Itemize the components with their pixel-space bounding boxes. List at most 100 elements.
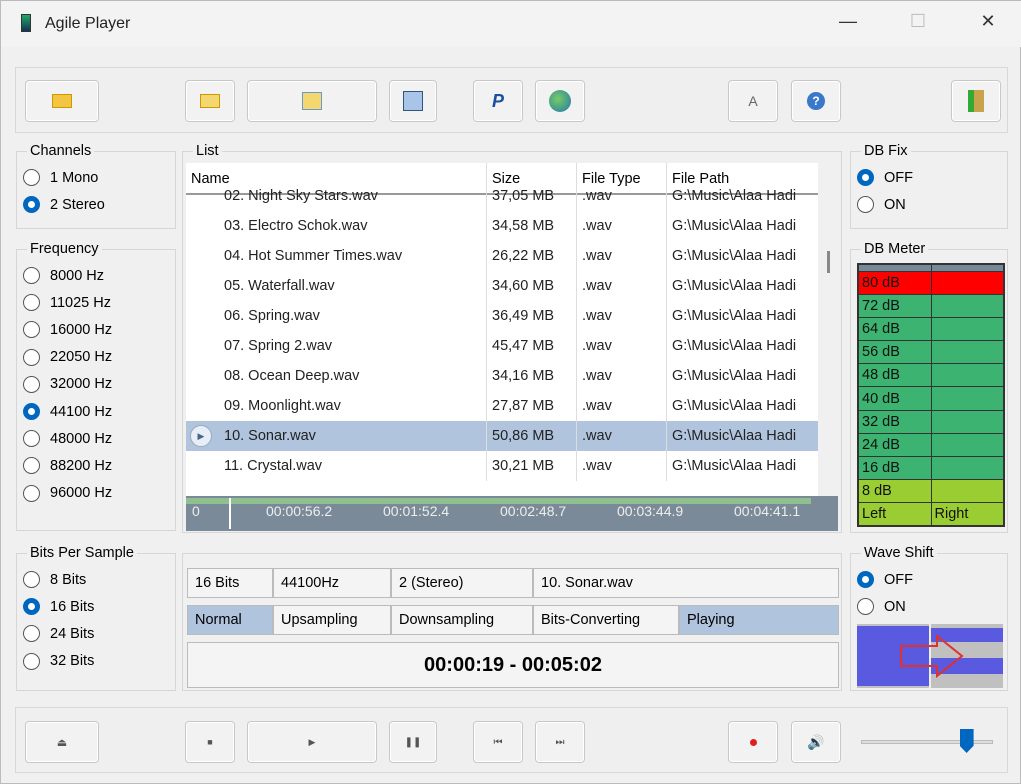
mute-button[interactable]: 🔊 (791, 721, 841, 763)
timeline-position-marker[interactable] (229, 498, 232, 529)
cell-name: 02. Night Sky Stars.wav (186, 181, 487, 211)
mode-upsampling: Upsampling (273, 605, 391, 635)
timeline-tick: 0 (192, 503, 200, 519)
search-folder-button[interactable] (185, 80, 235, 122)
meter-level-label: 56 dB (859, 341, 931, 364)
radio-label: 16 Bits (50, 598, 95, 615)
radio-dbfix-on[interactable]: ON (857, 196, 906, 213)
cell-size: 34,58 MB (487, 211, 577, 241)
db-meter: 80 dB 72 dB 64 dB 56 dB 48 dB 40 dB 32 dB 24 dB… (857, 263, 1005, 527)
radio-circle (23, 321, 40, 339)
radio-circle (23, 403, 40, 420)
previous-icon: ⏮ (493, 736, 503, 748)
cell-type: .wav (577, 331, 667, 361)
record-button[interactable] (728, 721, 778, 763)
seek-timeline[interactable]: 0 00:00:56.2 00:01:52.4 00:02:48.7 00:03:44.… (186, 496, 838, 531)
app-icon (21, 14, 31, 32)
cell-name: 04. Hot Summer Times.wav (186, 241, 487, 271)
website-button[interactable] (535, 80, 585, 122)
meter-level-right (931, 456, 1003, 479)
info-frequency: 44100Hz (273, 568, 391, 598)
open-folder-button[interactable] (25, 80, 99, 122)
radio-label: 32000 Hz (50, 376, 113, 393)
radio-bits-24-bits[interactable]: 24 Bits (23, 625, 94, 643)
maximize-button[interactable]: ☐ (903, 11, 933, 32)
cell-name: 03. Electro Schok.wav (186, 211, 487, 241)
timeline-tick: 00:00:56.2 (266, 503, 333, 519)
pause-button[interactable]: ❚❚ (389, 721, 437, 763)
radio-stereo[interactable]: 2 Stereo (23, 196, 105, 213)
radio-freq-44100-hz[interactable]: 44100 Hz (23, 403, 112, 420)
stop-icon: ■ (207, 737, 213, 747)
meter-right-label: Right (931, 502, 1003, 525)
next-icon: ⏭ (555, 736, 565, 748)
file-list[interactable]: Name Size File Type File Path 02. Night … (186, 163, 818, 496)
meter-level-right (931, 341, 1003, 364)
next-button[interactable]: ⏭ (535, 721, 585, 763)
close-button[interactable]: ✕ (973, 11, 1003, 32)
dbmeter-label: DB Meter (861, 241, 929, 257)
timeline-tick: 00:01:52.4 (383, 503, 450, 519)
info-filename: 10. Sonar.wav (533, 568, 839, 598)
help-button[interactable]: ? (791, 80, 841, 122)
radio-mono[interactable]: 1 Mono (23, 169, 98, 186)
radio-label: 16000 Hz (50, 321, 113, 338)
list-row[interactable]: 08. Ocean Deep.wav 34,16 MB .wav G:\Music\A… (186, 361, 818, 391)
list-row[interactable]: 11. Crystal.wav 30,21 MB .wav G:\Music\Alaa… (186, 451, 818, 481)
radio-circle (23, 652, 40, 670)
font-button[interactable]: A (728, 80, 778, 122)
radio-waveshift-on[interactable]: ON (857, 598, 906, 615)
radio-bits-8-bits[interactable]: 8 Bits (23, 571, 86, 588)
dbfix-label: DB Fix (861, 143, 911, 159)
radio-freq-8000-hz[interactable]: 8000 Hz (23, 267, 104, 284)
list-row[interactable]: 07. Spring 2.wav 45,47 MB .wav G:\Music\Ala… (186, 331, 818, 361)
list-row[interactable]: 06. Spring.wav 36,49 MB .wav G:\Music\Alaa … (186, 301, 818, 331)
list-row[interactable]: 09. Moonlight.wav 27,87 MB .wav G:\Music\Al… (186, 391, 818, 421)
play-button[interactable]: ▶ (247, 721, 377, 763)
list-row[interactable]: ▶ 10. Sonar.wav 50,86 MB .wav G:\Music\Alaa … (186, 421, 818, 451)
cell-name: 08. Ocean Deep.wav (186, 361, 487, 391)
eject-button[interactable]: ⏏ (25, 721, 99, 763)
cell-name: 09. Moonlight.wav (186, 391, 487, 421)
now-playing-icon: ▶ (190, 425, 212, 447)
radio-label: 1 Mono (50, 169, 99, 186)
cell-path: G:\Music\Alaa Hadi (672, 368, 797, 384)
radio-bits-16-bits[interactable]: 16 Bits (23, 598, 95, 616)
radio-label: OFF (884, 571, 913, 588)
cell-path: G:\Music\Alaa Hadi (672, 278, 797, 294)
save-list-button[interactable] (389, 80, 437, 122)
list-row[interactable]: 05. Waterfall.wav 34,60 MB .wav G:\Music\Al… (186, 271, 818, 301)
paypal-icon: P (491, 90, 504, 111)
stop-button[interactable]: ■ (185, 721, 235, 763)
title-bar: Agile Player — ☐ ✕ (1, 1, 1021, 47)
radio-bits-32-bits[interactable]: 32 Bits (23, 652, 94, 670)
list-label: List (193, 143, 222, 159)
playlist-button[interactable] (247, 80, 377, 122)
radio-freq-16000-hz[interactable]: 16000 Hz (23, 321, 113, 339)
list-scrollbar[interactable] (827, 251, 830, 273)
radio-freq-48000-hz[interactable]: 48000 Hz (23, 430, 112, 448)
waveshift-label: Wave Shift (861, 545, 937, 561)
radio-freq-96000-hz[interactable]: 96000 Hz (23, 484, 112, 502)
radio-waveshift-off[interactable]: OFF (857, 571, 913, 588)
exit-button[interactable] (951, 80, 1001, 122)
radio-freq-22050-hz[interactable]: 22050 Hz (23, 348, 112, 366)
radio-circle (23, 348, 40, 366)
cell-size: 45,47 MB (487, 331, 577, 361)
radio-dbfix-off[interactable]: OFF (857, 169, 913, 186)
radio-freq-11025-hz[interactable]: 11025 Hz (23, 294, 111, 312)
cell-size: 34,16 MB (487, 361, 577, 391)
cell-size: 50,86 MB (487, 421, 577, 451)
list-row[interactable]: 03. Electro Schok.wav 34,58 MB .wav G:\Musi… (186, 211, 818, 241)
radio-freq-32000-hz[interactable]: 32000 Hz (23, 375, 113, 393)
folder-search-icon (200, 94, 220, 108)
radio-circle (23, 598, 40, 616)
radio-freq-88200-hz[interactable]: 88200 Hz (23, 457, 112, 475)
list-row[interactable]: 04. Hot Summer Times.wav 26,22 MB .wav G:\M… (186, 241, 818, 271)
paypal-button[interactable]: P (473, 80, 523, 122)
radio-circle (23, 294, 40, 312)
minimize-button[interactable]: — (833, 11, 863, 32)
globe-icon (549, 90, 571, 112)
previous-button[interactable]: ⏮ (473, 721, 523, 763)
cell-path: G:\Music\Alaa Hadi (672, 398, 797, 414)
